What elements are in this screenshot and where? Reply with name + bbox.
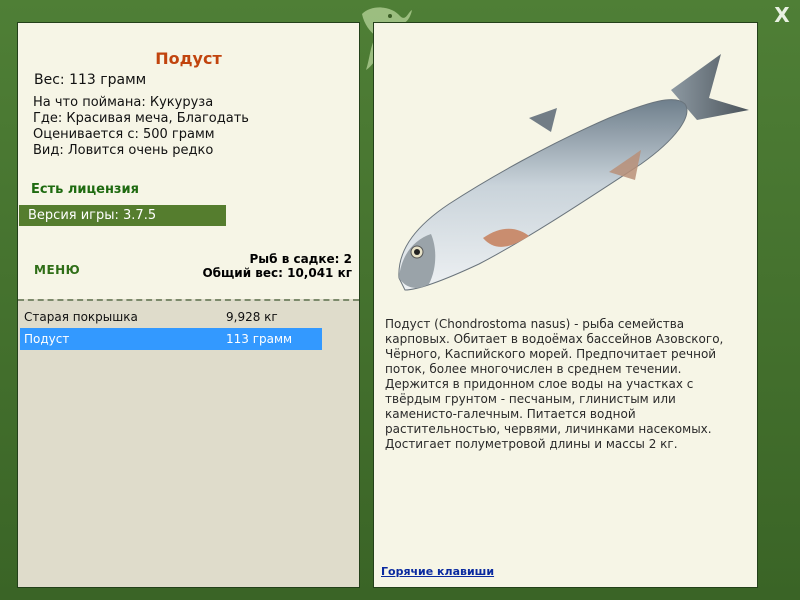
fish-details: Подуст Вес: 113 грамм На что поймана: Ку… — [18, 23, 359, 299]
fish-info-panel: Подуст Вес: 113 грамм На что поймана: Ку… — [17, 22, 360, 588]
hotkeys-link[interactable]: Горячие клавиши — [381, 565, 494, 578]
license-status: Есть лицензия — [31, 182, 139, 197]
fish-description: Подуст (Chondrostoma nasus) - рыба семей… — [385, 317, 724, 451]
rarity-text: Вид: Ловится очень редко — [33, 143, 214, 158]
game-version-bar: Версия игры: 3.7.5 — [19, 205, 226, 226]
total-weight: Общий вес: 10,041 кг — [202, 266, 352, 280]
close-icon: X — [774, 3, 790, 27]
list-item[interactable]: Старая покрышка 9,928 кг — [20, 306, 322, 328]
list-item-weight: 9,928 кг — [226, 310, 278, 324]
list-item-name: Подуст — [24, 332, 70, 346]
list-item-weight: 113 грамм — [226, 332, 293, 346]
fish-title: Подуст — [155, 49, 222, 68]
list-item-selected[interactable]: Подуст 113 грамм — [20, 328, 322, 350]
list-item-name: Старая покрышка — [24, 310, 138, 324]
fish-image — [398, 54, 749, 291]
menu-button[interactable]: МЕНЮ — [34, 263, 80, 277]
valued-from-text: Оценивается с: 500 грамм — [33, 127, 215, 142]
keepnet-stats: Рыб в садке: 2 Общий вес: 10,041 кг — [202, 252, 352, 280]
fish-weight: Вес: 113 грамм — [34, 72, 147, 88]
catch-list: Старая покрышка 9,928 кг Подуст 113 грам… — [18, 299, 359, 587]
fish-count: Рыб в садке: 2 — [249, 252, 353, 266]
location-text: Где: Красивая меча, Благодать — [33, 111, 249, 126]
caught-on-text: На что поймана: Кукуруза — [33, 95, 214, 110]
fish-info-list: На что поймана: Кукуруза Где: Красивая м… — [33, 95, 249, 159]
fishing-game-window: X Подуст Вес: 113 грамм На что поймана: … — [0, 0, 800, 600]
fish-picture-panel: Подуст (Chondrostoma nasus) - рыба семей… — [373, 22, 758, 588]
close-button[interactable]: X — [771, 4, 793, 26]
